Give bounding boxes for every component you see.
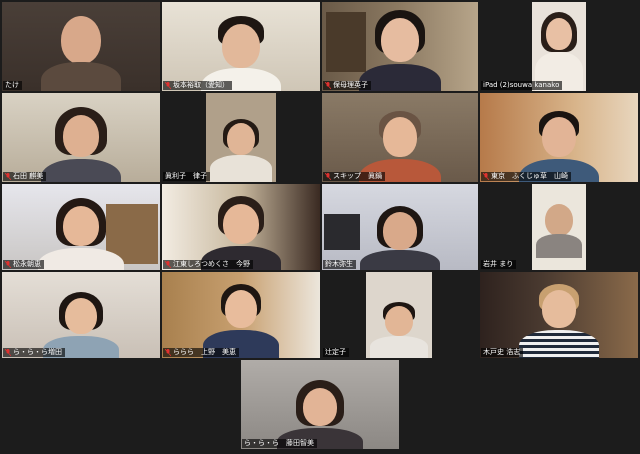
- participant-name: 保母理英子: [333, 81, 368, 89]
- participant-nameplate: 岩井 まり: [481, 260, 517, 269]
- participant-name: 辻定子: [325, 348, 346, 356]
- participant-video: [196, 196, 286, 270]
- participant-video: [196, 284, 286, 358]
- video-tile-take[interactable]: たけ: [2, 2, 160, 91]
- microphone-muted-icon: [325, 173, 331, 180]
- participant-name: 木戸史 浩志: [483, 348, 521, 356]
- participant-name: ら・ら・ら 藤田智美: [244, 439, 314, 447]
- video-tile-hobo[interactable]: 保母理英子: [322, 2, 478, 91]
- microphone-muted-icon: [325, 82, 331, 89]
- participant-nameplate: 石田 麒美: [3, 172, 47, 181]
- participant-name: 岩井 まり: [483, 260, 514, 268]
- participant-nameplate: ららら 上野 美恵: [163, 348, 239, 357]
- microphone-muted-icon: [5, 261, 11, 268]
- microphone-muted-icon: [483, 173, 489, 180]
- microphone-muted-icon: [165, 349, 171, 356]
- participant-video: [514, 284, 604, 358]
- video-tile-ipad[interactable]: iPad (2)souwa kanako: [480, 2, 638, 91]
- participant-nameplate: ら・ら・ら 藤田智美: [242, 439, 317, 448]
- participant-video: [355, 206, 445, 270]
- video-tile-kido[interactable]: 木戸史 浩志: [480, 272, 638, 358]
- participant-nameplate: たけ: [3, 81, 22, 90]
- participant-nameplate: スキップ 眞鍋: [323, 172, 385, 181]
- participant-nameplate: 坂本裕取（愛知）: [163, 81, 232, 90]
- participant-name: 松永朝恵: [13, 260, 41, 268]
- participant-nameplate: 保母理英子: [323, 81, 371, 90]
- participant-video: [206, 93, 276, 182]
- microphone-muted-icon: [5, 173, 11, 180]
- video-tile-yamazaki[interactable]: 東京 ふくじゅ草 山崎: [480, 93, 638, 182]
- participant-name: 東京 ふくじゅ草 山崎: [491, 172, 568, 180]
- participant-name: スキップ 眞鍋: [333, 172, 382, 180]
- participant-video: [355, 10, 445, 91]
- participant-nameplate: 辻定子: [323, 348, 349, 357]
- video-tile-matsunaga[interactable]: 松永朝恵: [2, 184, 160, 270]
- microphone-muted-icon: [165, 261, 171, 268]
- video-tile-iwai[interactable]: 岩井 まり: [480, 184, 638, 270]
- video-tile-fujita[interactable]: ら・ら・ら 藤田智美: [241, 360, 399, 449]
- video-tile-skip[interactable]: スキップ 眞鍋: [322, 93, 478, 182]
- participant-video: [532, 184, 586, 270]
- video-tile-tsuji[interactable]: 辻定子: [322, 272, 478, 358]
- participant-nameplate: 眞利子 律子: [163, 172, 210, 181]
- video-tile-suzuki[interactable]: 鈴木弥生: [322, 184, 478, 270]
- participant-video: [366, 272, 432, 358]
- video-tile-ishida[interactable]: 石田 麒美: [2, 93, 160, 182]
- participant-name: 坂本裕取（愛知）: [173, 81, 229, 89]
- participant-name: 石田 麒美: [13, 172, 44, 180]
- participant-nameplate: ら・ら・ら増田: [3, 348, 65, 357]
- participant-name: 鈴木弥生: [325, 260, 353, 268]
- participant-nameplate: 東京 ふくじゅ草 山崎: [481, 172, 571, 181]
- participant-nameplate: 鈴木弥生: [323, 260, 356, 269]
- participant-video: [36, 107, 126, 182]
- participant-nameplate: 江東しろつめくさ 今野: [163, 260, 253, 269]
- participant-name: たけ: [5, 81, 19, 89]
- participant-name: 眞利子 律子: [165, 172, 207, 180]
- participant-name: ららら 上野 美恵: [173, 348, 236, 356]
- participant-name: 江東しろつめくさ 今野: [173, 260, 250, 268]
- video-tile-konno[interactable]: 江東しろつめくさ 今野: [162, 184, 320, 270]
- participant-video: [33, 198, 129, 270]
- participant-nameplate: 松永朝恵: [3, 260, 44, 269]
- participant-video: [36, 12, 126, 91]
- microphone-muted-icon: [5, 349, 11, 356]
- participant-video: [196, 16, 286, 91]
- video-tile-sakamoto[interactable]: 坂本裕取（愛知）: [162, 2, 320, 91]
- microphone-muted-icon: [165, 82, 171, 89]
- participant-name: ら・ら・ら増田: [13, 348, 62, 356]
- participant-nameplate: iPad (2)souwa kanako: [481, 81, 563, 90]
- video-tile-mariko[interactable]: 眞利子 律子: [162, 93, 320, 182]
- participant-name: iPad (2)souwa kanako: [483, 81, 560, 89]
- participant-video: [532, 2, 586, 91]
- video-tile-ueno[interactable]: ららら 上野 美恵: [162, 272, 320, 358]
- video-tile-masuda[interactable]: ら・ら・ら増田: [2, 272, 160, 358]
- participant-nameplate: 木戸史 浩志: [481, 348, 524, 357]
